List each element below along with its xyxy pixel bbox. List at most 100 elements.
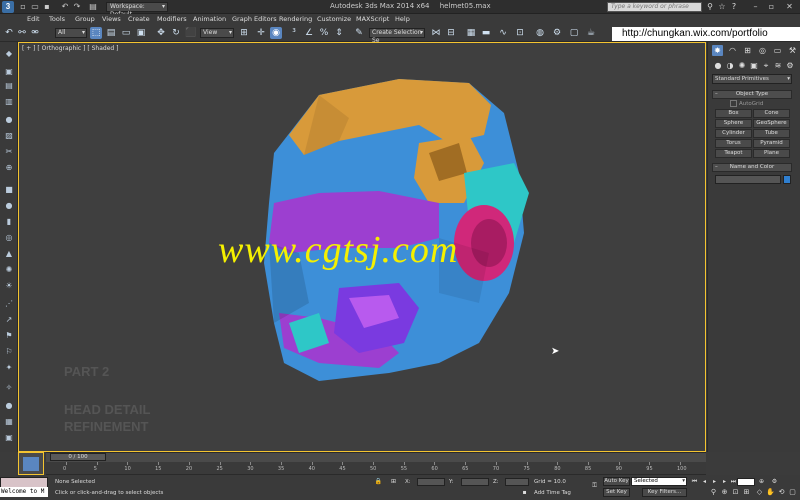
undo-icon[interactable]: ↶ (60, 2, 70, 12)
geosphere-button[interactable]: GeoSphere (753, 119, 790, 128)
tool-icon-23[interactable]: ▦ (3, 416, 15, 428)
star-icon[interactable]: ☆ (717, 2, 727, 12)
layer-manager-icon[interactable]: ▦ (465, 27, 477, 39)
tube-button[interactable]: Tube (753, 129, 790, 138)
reference-coord-dropdown[interactable]: View (200, 28, 234, 38)
add-time-tag[interactable]: Add Time Tag (534, 490, 571, 496)
selection-filter-dropdown[interactable]: All (55, 28, 87, 38)
minimize-button[interactable]: – (748, 1, 763, 13)
select-manipulate-icon[interactable]: ✛ (255, 27, 267, 39)
systems-icon[interactable]: ⚙ (785, 61, 795, 71)
cone-button[interactable]: Cone (753, 109, 790, 118)
snaps-toggle-icon[interactable]: ³ (288, 27, 300, 39)
mirror-icon[interactable]: ⋈ (430, 27, 442, 39)
maxscript-input[interactable]: Welcome to M (0, 487, 48, 497)
next-frame-icon[interactable]: ▸ (720, 478, 729, 486)
tool-icon-1[interactable]: ◆ (3, 48, 15, 60)
menu-create[interactable]: Create (128, 15, 150, 23)
angle-snap-icon[interactable]: ∠ (303, 27, 315, 39)
render-sphere-icon[interactable]: ● (3, 400, 15, 412)
viewport-label[interactable]: [ + ] [ Orthographic ] [ Shaded ] (22, 45, 118, 52)
helpers-icon[interactable]: ⌖ (761, 61, 771, 71)
menu-graph-editors[interactable]: Graph Editors (232, 15, 277, 23)
absolute-mode-icon[interactable]: ⊞ (389, 478, 398, 486)
select-object-icon[interactable]: ⬚ (90, 27, 102, 39)
menu-modifiers[interactable]: Modifiers (157, 15, 187, 23)
menu-group[interactable]: Group (75, 15, 95, 23)
rectangular-region-icon[interactable]: ▭ (120, 27, 132, 39)
scale-icon[interactable]: ⬛ (185, 27, 197, 39)
key-icon[interactable]: ⚿ (590, 482, 599, 490)
light-icon[interactable]: ● (3, 114, 15, 126)
key-mode-dropdown[interactable]: Selected (631, 477, 687, 486)
torus-icon[interactable]: ◎ (3, 232, 15, 244)
box-icon[interactable]: ■ (3, 184, 15, 196)
spacewarps-icon[interactable]: ≋ (773, 61, 783, 71)
time-slider[interactable]: 0 / 100 (50, 453, 106, 461)
pyramid-button[interactable]: Pyramid (753, 139, 790, 148)
tool-icon-24[interactable]: ▣ (3, 432, 15, 444)
pan-icon[interactable]: ✋ (766, 488, 775, 497)
x-coord-field[interactable] (417, 478, 445, 486)
close-button[interactable]: ✕ (782, 1, 797, 13)
spinner-snap-icon[interactable]: ⇕ (333, 27, 345, 39)
zoom-icon[interactable]: ⚲ (709, 488, 718, 497)
time-config-icon[interactable]: ⚙ (770, 478, 779, 486)
schematic-view-icon[interactable]: ⊡ (514, 27, 526, 39)
save-icon[interactable]: ▪ (42, 2, 52, 12)
menu-edit[interactable]: Edit (27, 15, 40, 23)
cone-icon[interactable]: ▲ (3, 248, 15, 260)
object-color-swatch[interactable] (783, 175, 791, 184)
named-selection-dropdown[interactable]: Create Selection Se (369, 28, 425, 44)
cameras-icon[interactable]: ▣ (749, 61, 759, 71)
tool-icon-2[interactable]: ▣ (3, 66, 15, 78)
maximize-button[interactable]: ▫ (764, 1, 779, 13)
tool-icon-3[interactable]: ▤ (3, 80, 15, 92)
object-type-rollout[interactable]: – Object Type (712, 90, 792, 99)
app-logo-icon[interactable]: 3 (2, 1, 14, 13)
z-coord-field[interactable] (505, 478, 529, 486)
open-icon[interactable]: ▭ (30, 2, 40, 12)
keyboard-shortcut-icon[interactable]: ◉ (270, 27, 282, 39)
undo-toolbar-icon[interactable]: ↶ (3, 27, 15, 39)
hierarchy-tab-icon[interactable]: ⊞ (742, 45, 753, 56)
set-key-button[interactable]: Set Key (603, 488, 630, 497)
render-production-icon[interactable]: ☕ (585, 27, 597, 39)
sphere-icon[interactable]: ● (3, 200, 15, 212)
move-icon[interactable]: ✥ (155, 27, 167, 39)
graphite-ribbon-icon[interactable]: ▬ (480, 27, 492, 39)
new-icon[interactable]: ▫ (18, 2, 28, 12)
workspace-dropdown[interactable]: Workspace: Default (106, 2, 168, 18)
category-dropdown[interactable]: Standard Primitives (712, 74, 792, 84)
link-icon[interactable]: ⚯ (16, 27, 28, 39)
utilities-tab-icon[interactable]: ⚒ (787, 45, 798, 56)
modify-tab-icon[interactable]: ◠ (727, 45, 738, 56)
material-editor-icon[interactable]: ◍ (534, 27, 546, 39)
tool-icon-4[interactable]: ▥ (3, 96, 15, 108)
tool-icon-20[interactable]: ✦ (3, 362, 15, 374)
display-tab-icon[interactable]: ▭ (772, 45, 783, 56)
prev-frame-icon[interactable]: ◂ (700, 478, 709, 486)
menu-tools[interactable]: Tools (49, 15, 65, 23)
tool-icon-16[interactable]: ⋰ (3, 298, 15, 310)
current-frame-field[interactable] (737, 478, 755, 486)
menu-views[interactable]: Views (102, 15, 121, 23)
unlink-icon[interactable]: ⚮ (29, 27, 41, 39)
lights-icon[interactable]: ✺ (737, 61, 747, 71)
menu-help[interactable]: Help (395, 15, 410, 23)
cylinder-icon[interactable]: ▮ (3, 216, 15, 228)
cylinder-button[interactable]: Cylinder (715, 129, 752, 138)
autogrid-checkbox[interactable]: AutoGrid (730, 100, 763, 107)
menu-animation[interactable]: Animation (193, 15, 226, 23)
maximize-viewport-icon[interactable]: ▢ (788, 488, 797, 497)
tool-icon-18[interactable]: ⚑ (3, 330, 15, 342)
key-filters-button[interactable]: Key Filters... (642, 488, 687, 497)
shapes-icon[interactable]: ◑ (725, 61, 735, 71)
curve-editor-icon[interactable]: ∿ (497, 27, 509, 39)
binoculars-icon[interactable]: ⚲ (705, 2, 715, 12)
plane-button[interactable]: Plane (753, 149, 790, 158)
rotate-icon[interactable]: ↻ (170, 27, 182, 39)
zoom-extents-icon[interactable]: ⊡ (731, 488, 740, 497)
lock-selection-icon[interactable]: 🔒 (374, 478, 383, 486)
search-input[interactable]: Type a keyword or phrase (607, 2, 702, 12)
